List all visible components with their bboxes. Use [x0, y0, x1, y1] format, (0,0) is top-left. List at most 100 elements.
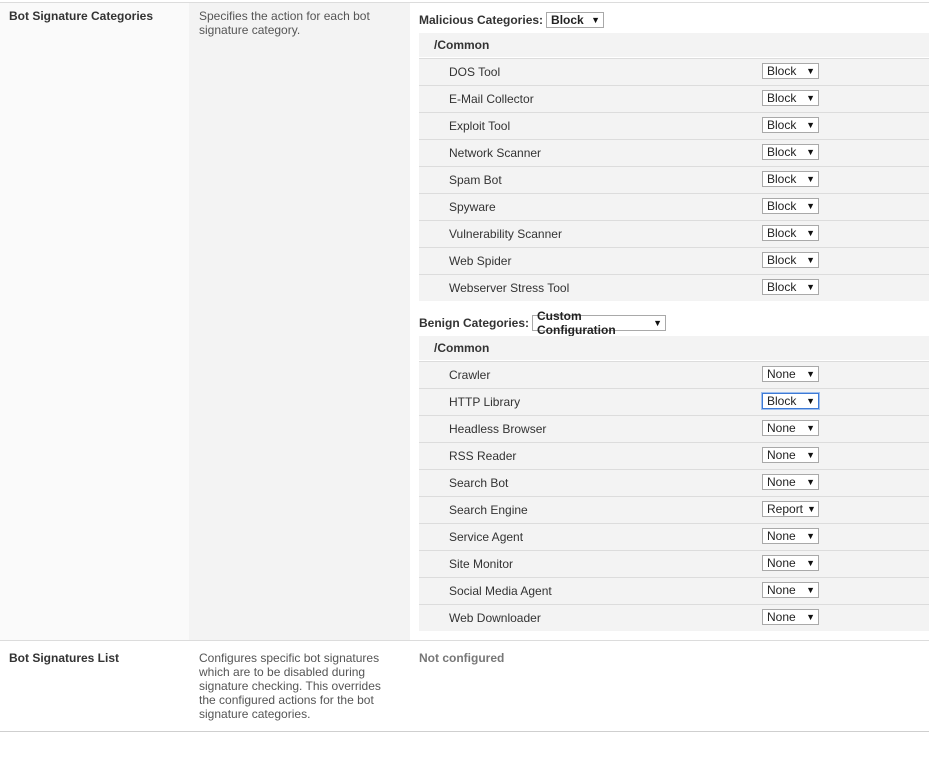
chevron-down-icon: ▼	[806, 66, 815, 76]
chevron-down-icon: ▼	[806, 93, 815, 103]
category-action-select[interactable]: None ▼	[762, 609, 819, 625]
category-name: Web Spider	[449, 254, 512, 268]
benign-categories-header: Benign Categories: Custom Configuration …	[419, 309, 667, 337]
category-row-spyware: Spyware Block ▼	[419, 193, 929, 220]
chevron-down-icon: ▼	[806, 531, 815, 541]
chevron-down-icon: ▼	[806, 120, 815, 130]
category-name: RSS Reader	[449, 449, 517, 463]
category-action-select[interactable]: None ▼	[762, 474, 819, 490]
benign-categories-label: Benign Categories:	[419, 316, 530, 330]
category-name: Spam Bot	[449, 173, 502, 187]
category-row-exploit-tool: Exploit Tool Block ▼	[419, 112, 929, 139]
category-action-select[interactable]: Block ▼	[762, 198, 819, 214]
category-action-value: Block	[767, 118, 797, 132]
category-action-value: Report	[767, 502, 804, 516]
chevron-down-icon: ▼	[806, 147, 815, 157]
category-action-value: Block	[767, 226, 797, 240]
category-row-web-downloader: Web Downloader None ▼	[419, 604, 929, 631]
category-row-vulnerability-scanner: Vulnerability Scanner Block ▼	[419, 220, 929, 247]
malicious-partition-label: /Common	[434, 38, 490, 52]
category-name: Web Downloader	[449, 611, 541, 625]
category-row-search-engine: Search Engine Report ▼	[419, 496, 929, 523]
category-row-headless-browser: Headless Browser None ▼	[419, 415, 929, 442]
category-name: Webserver Stress Tool	[449, 281, 570, 295]
benign-categories-select[interactable]: Custom Configuration ▼	[532, 309, 667, 337]
chevron-down-icon: ▼	[653, 318, 663, 328]
category-name: Social Media Agent	[449, 584, 552, 598]
category-row-network-scanner: Network Scanner Block ▼	[419, 139, 929, 166]
malicious-partition-row: /Common	[419, 33, 929, 57]
category-row-social-media-agent: Social Media Agent None ▼	[419, 577, 929, 604]
chevron-down-icon: ▼	[806, 450, 815, 460]
chevron-down-icon: ▼	[806, 477, 815, 487]
category-action-select[interactable]: Block ▼	[762, 144, 819, 160]
category-name: Service Agent	[449, 530, 524, 544]
bot-signatures-list-row: Bot Signatures List Configures specific …	[0, 641, 929, 731]
category-name: Search Bot	[449, 476, 509, 490]
category-action-select[interactable]: None ▼	[762, 582, 819, 598]
chevron-down-icon: ▼	[807, 504, 816, 514]
category-action-value: Block	[767, 145, 797, 159]
chevron-down-icon: ▼	[806, 423, 815, 433]
category-name: DOS Tool	[449, 65, 501, 79]
bot-signatures-list-description: Configures specific bot signatures which…	[199, 651, 381, 721]
category-action-select[interactable]: Block ▼	[762, 252, 819, 268]
category-row-webserver-stress-tool: Webserver Stress Tool Block ▼	[419, 274, 929, 301]
chevron-down-icon: ▼	[806, 174, 815, 184]
label-cell	[0, 3, 189, 640]
category-action-value: None	[767, 556, 796, 570]
category-action-select[interactable]: None ▼	[762, 528, 819, 544]
malicious-categories-select[interactable]: Block ▼	[546, 12, 605, 28]
category-action-value: Block	[767, 172, 797, 186]
bot-signatures-list-status: Not configured	[419, 651, 505, 665]
category-name: Exploit Tool	[449, 119, 511, 133]
category-action-select[interactable]: Block ▼	[762, 117, 819, 133]
malicious-categories-label: Malicious Categories:	[419, 13, 544, 27]
category-name: Site Monitor	[449, 557, 514, 571]
category-action-select[interactable]: Block ▼	[762, 279, 819, 295]
chevron-down-icon: ▼	[806, 612, 815, 622]
category-action-select[interactable]: Block ▼	[762, 171, 819, 187]
category-name: Crawler	[449, 368, 491, 382]
chevron-down-icon: ▼	[806, 228, 815, 238]
category-action-value: None	[767, 448, 796, 462]
category-row-web-spider: Web Spider Block ▼	[419, 247, 929, 274]
category-action-select[interactable]: Block ▼	[762, 225, 819, 241]
category-action-select[interactable]: Block ▼	[762, 63, 819, 79]
category-action-value: None	[767, 475, 796, 489]
category-row-rss-reader: RSS Reader None ▼	[419, 442, 929, 469]
category-row-service-agent: Service Agent None ▼	[419, 523, 929, 550]
category-action-select[interactable]: Block ▼	[762, 90, 819, 106]
category-row-search-bot: Search Bot None ▼	[419, 469, 929, 496]
category-row-http-library: HTTP Library Block ▼	[419, 388, 929, 415]
category-action-select[interactable]: None ▼	[762, 420, 819, 436]
description-cell	[189, 3, 410, 640]
category-action-value: None	[767, 583, 796, 597]
category-row-spam-bot: Spam Bot Block ▼	[419, 166, 929, 193]
category-action-select[interactable]: Report ▼	[762, 501, 819, 517]
category-row-dos-tool: DOS Tool Block ▼	[419, 58, 929, 85]
benign-categories-value: Custom Configuration	[537, 309, 616, 337]
chevron-down-icon: ▼	[806, 369, 815, 379]
category-action-value: None	[767, 610, 796, 624]
benign-partition-label: /Common	[434, 341, 490, 355]
category-name: Network Scanner	[449, 146, 542, 160]
chevron-down-icon: ▼	[806, 282, 815, 292]
malicious-categories-value: Block	[551, 13, 584, 27]
category-action-select[interactable]: None ▼	[762, 555, 819, 571]
benign-partition-row: /Common	[419, 336, 929, 360]
category-action-value: Block	[767, 253, 797, 267]
chevron-down-icon: ▼	[806, 201, 815, 211]
category-name: Search Engine	[449, 503, 528, 517]
category-action-select[interactable]: None ▼	[762, 447, 819, 463]
category-row-crawler: Crawler None ▼	[419, 361, 929, 388]
category-name: E-Mail Collector	[449, 92, 534, 106]
category-action-value: Block	[767, 64, 797, 78]
category-action-select[interactable]: Block ▼	[762, 393, 819, 409]
category-name: Headless Browser	[449, 422, 547, 436]
category-action-select[interactable]: None ▼	[762, 366, 819, 382]
category-action-value: Block	[767, 199, 797, 213]
bottom-divider	[0, 731, 929, 732]
chevron-down-icon: ▼	[806, 585, 815, 595]
bot-signature-categories-description: Specifies the action for each bot signat…	[199, 9, 370, 37]
